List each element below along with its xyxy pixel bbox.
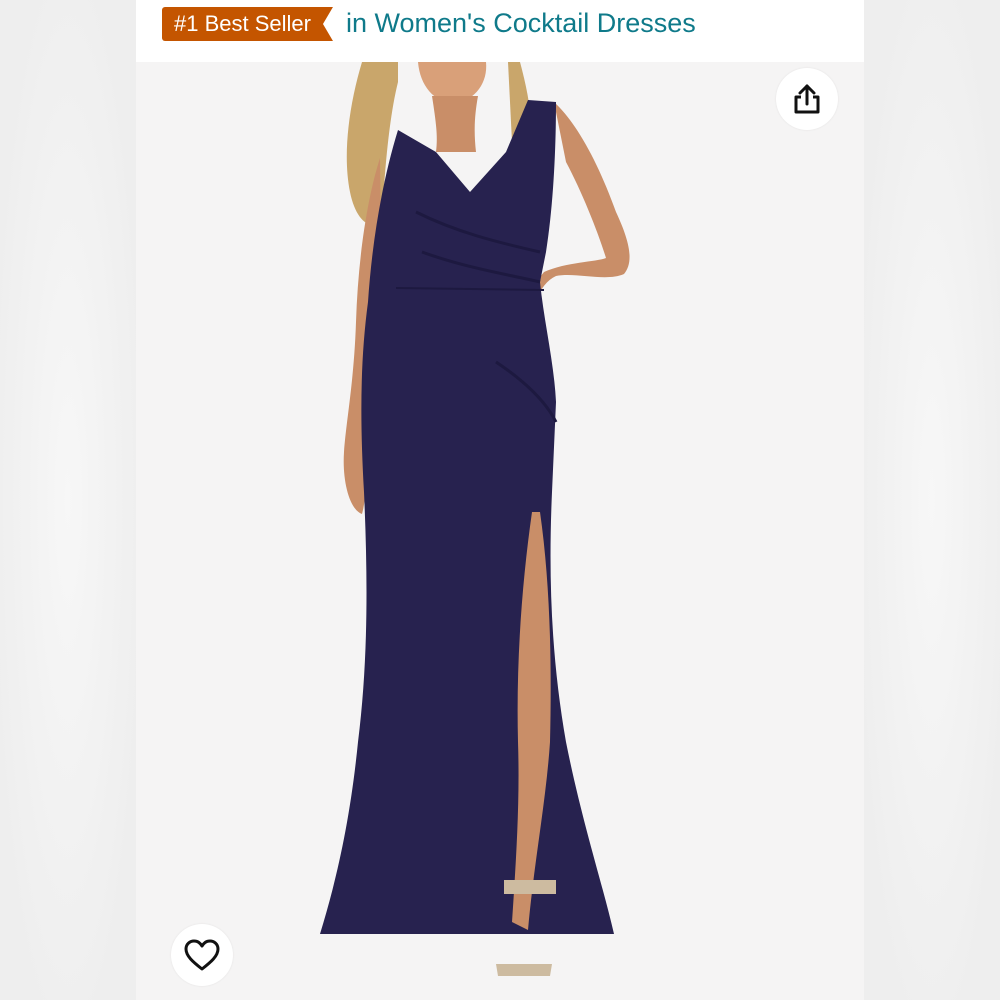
right-margin <box>864 0 1000 1000</box>
dress-body <box>320 100 614 934</box>
category-link[interactable]: in Women's Cocktail Dresses <box>346 4 696 42</box>
screenshot-frame: #1 Best Seller in Women's Cocktail Dress… <box>0 0 1000 1000</box>
neck <box>432 96 478 152</box>
share-icon <box>794 84 820 114</box>
heart-icon <box>184 939 220 971</box>
left-margin <box>0 0 136 1000</box>
product-image[interactable] <box>136 62 864 1000</box>
share-button[interactable] <box>776 68 838 130</box>
dress-illustration <box>320 62 630 976</box>
best-seller-header: #1 Best Seller in Women's Cocktail Dress… <box>136 0 864 62</box>
best-seller-badge: #1 Best Seller <box>162 7 333 41</box>
sandal-sole <box>496 964 552 976</box>
wishlist-button[interactable] <box>171 924 233 986</box>
sandal-strap <box>504 880 556 894</box>
product-panel: #1 Best Seller in Women's Cocktail Dress… <box>136 0 864 1000</box>
